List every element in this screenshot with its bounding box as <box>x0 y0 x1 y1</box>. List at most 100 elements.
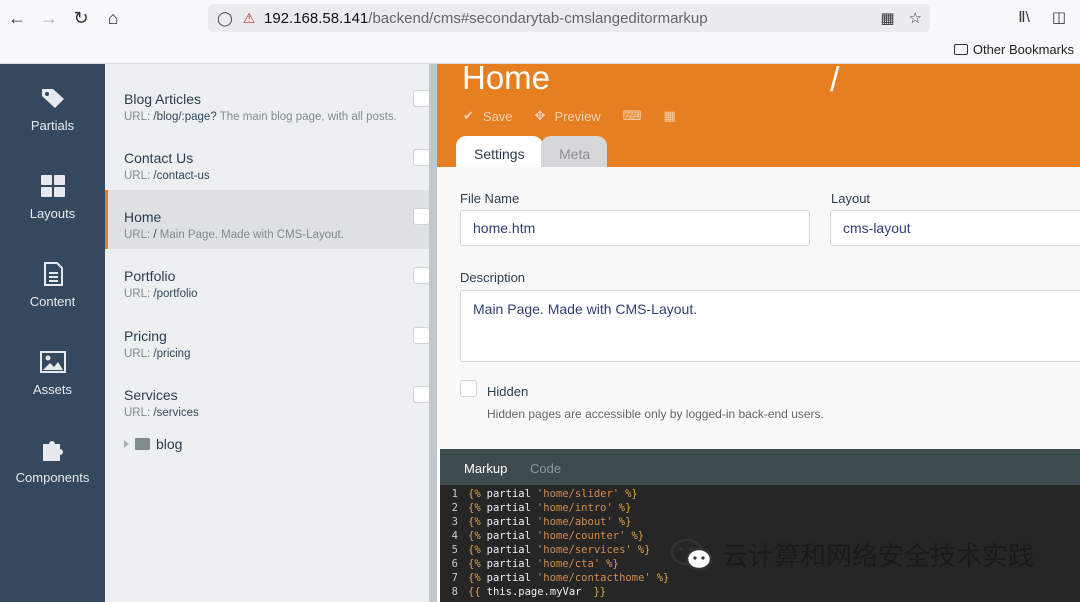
line-number: 2 <box>451 502 458 514</box>
page-title: Portfolio <box>124 268 176 284</box>
other-bookmarks-label: Other Bookmarks <box>972 42 1074 57</box>
page-url: URL: /pricing <box>124 348 191 360</box>
sidenav-label: Content <box>29 294 76 309</box>
other-bookmarks[interactable]: Other Bookmarks <box>953 42 1074 57</box>
page-checkbox[interactable] <box>413 90 430 107</box>
image-icon <box>39 351 66 373</box>
sidenav-item-components[interactable]: Components <box>0 438 105 485</box>
qr-code-icon[interactable]: ▦ <box>880 9 894 27</box>
sidenav-item-partials[interactable]: Partials <box>0 86 105 133</box>
code-line[interactable]: 3 {% partial 'home/about'%} <box>440 515 1080 529</box>
list-item[interactable]: Contact Us URL: /contact-us <box>105 131 436 190</box>
twig-delimiter: {% <box>468 530 481 542</box>
calendar-button[interactable]: ▦ <box>663 108 675 124</box>
home-icon[interactable]: ⌂ <box>98 3 128 33</box>
code-tabs: Markup Code <box>440 449 1080 485</box>
check-icon: ✔ <box>463 108 474 123</box>
page-title: Contact Us <box>124 150 194 166</box>
forward-icon[interactable]: → <box>34 3 64 33</box>
page-title: Home <box>124 209 162 225</box>
sidenav: Partials Layouts Content Assets Componen… <box>0 64 105 602</box>
bookmark-star-icon[interactable]: ☆ <box>909 9 922 27</box>
sidenav-item-content[interactable]: Content <box>0 262 105 309</box>
list-item[interactable]: Blog Articles URL: /blog/:page? The main… <box>105 72 436 131</box>
page-checkbox[interactable] <box>413 149 430 166</box>
twig-string: 'home/services' <box>536 544 632 556</box>
twig-string: 'home/contacthome' <box>536 572 651 584</box>
delete-button[interactable]: ⌨ <box>623 108 642 124</box>
page-url: URL: / Main Page. Made with CMS-Layout. <box>124 229 344 241</box>
page-title: Blog Articles <box>124 91 202 107</box>
preview-button[interactable]: ✥ Preview <box>535 108 601 124</box>
url-path: /backend/cms#secondarytab-cmslangeditorm… <box>368 9 708 27</box>
list-item[interactable]: Portfolio URL: /portfolio <box>105 249 436 308</box>
insecure-lock-icon[interactable]: ⚠ <box>240 9 258 27</box>
twig-delimiter: %} <box>606 558 619 570</box>
shield-icon[interactable]: ◯ <box>216 9 234 27</box>
twig-delimiter: %} <box>631 530 645 542</box>
hidden-label: Hidden <box>487 384 529 399</box>
code-line[interactable]: 1 {% partial 'home/slider'%} <box>440 487 1080 501</box>
line-number: 4 <box>451 530 458 542</box>
list-item-active[interactable]: Home URL: / Main Page. Made with CMS-Lay… <box>105 190 436 249</box>
save-button[interactable]: ✔ Save <box>463 108 513 124</box>
expand-caret-icon[interactable] <box>124 440 129 448</box>
tab-code[interactable]: Code <box>530 461 561 476</box>
folder-icon <box>953 44 968 55</box>
file-name-field[interactable]: home.htm <box>460 210 810 246</box>
page-checkbox[interactable] <box>413 208 430 225</box>
description-field[interactable]: Main Page. Made with CMS-Layout. <box>460 290 1080 362</box>
twig-keyword: partial <box>486 572 531 584</box>
address-bar[interactable]: ◯ ⚠ 192.168.58.141/backend/cms#secondary… <box>208 4 930 32</box>
sidenav-label: Layouts <box>29 206 76 221</box>
code-line[interactable]: 8 {{this.page.myVar}} <box>440 585 1080 599</box>
code-line[interactable]: 2 {% partial 'home/intro'%} <box>440 501 1080 515</box>
twig-keyword: partial <box>486 544 531 556</box>
twig-delimiter: }} <box>593 586 607 598</box>
reload-icon[interactable]: ↻ <box>66 3 96 33</box>
layout-select[interactable]: cms-layout <box>830 210 1080 246</box>
twig-delimiter: %} <box>618 516 632 528</box>
sidebar-toggle-icon[interactable]: ◫ <box>1052 8 1066 26</box>
twig-delimiter: {% <box>468 558 481 570</box>
calendar-icon: ▦ <box>663 108 676 123</box>
trash-icon: ⌨ <box>622 108 642 123</box>
sidenav-label: Components <box>15 470 90 485</box>
list-item[interactable]: Services URL: /services <box>105 368 436 427</box>
sidenav-item-assets[interactable]: Assets <box>0 350 105 397</box>
twig-string: 'home/about' <box>536 516 613 528</box>
twig-delimiter: {% <box>468 516 481 528</box>
grid-icon <box>40 175 65 197</box>
twig-delimiter: %} <box>637 544 651 556</box>
twig-delimiter: {% <box>468 488 481 500</box>
sidenav-label: Partials <box>30 118 75 133</box>
page-checkbox[interactable] <box>413 327 430 344</box>
page-title: Services <box>124 387 178 403</box>
list-item[interactable]: Pricing URL: /pricing <box>105 309 436 368</box>
puzzle-icon <box>42 441 63 461</box>
twig-keyword: partial <box>486 558 531 570</box>
panel-splitter[interactable] <box>429 64 437 602</box>
page-url: URL: /contact-us <box>124 170 210 182</box>
tab-settings[interactable]: Settings <box>456 136 543 168</box>
folder-blog[interactable]: blog <box>124 436 182 452</box>
twig-string: 'home/counter' <box>536 530 626 542</box>
tab-markup[interactable]: Markup <box>464 461 507 476</box>
page-checkbox[interactable] <box>413 386 430 403</box>
library-icon[interactable]: Ⅱ\ <box>1018 8 1030 26</box>
editor-actions: ✔ Save ✥ Preview ⌨ ▦ <box>463 108 676 124</box>
file-name-label: File Name <box>460 191 520 206</box>
twig-delimiter: %} <box>625 488 638 500</box>
twig-keyword: partial <box>486 502 531 514</box>
layout-label: Layout <box>831 191 871 206</box>
page-checkbox[interactable] <box>413 267 430 284</box>
back-icon[interactable]: ← <box>2 3 32 33</box>
hidden-checkbox[interactable] <box>460 380 477 397</box>
twig-delimiter: {% <box>468 544 481 556</box>
code-line[interactable]: 7 {% partial 'home/contacthome'%} <box>440 571 1080 585</box>
watermark: 云计算和网络安全技术实践 <box>670 536 1034 573</box>
twig-delimiter: {% <box>468 502 481 514</box>
folder-icon <box>135 438 150 450</box>
tab-meta[interactable]: Meta <box>541 136 607 168</box>
sidenav-item-layouts[interactable]: Layouts <box>0 174 105 221</box>
